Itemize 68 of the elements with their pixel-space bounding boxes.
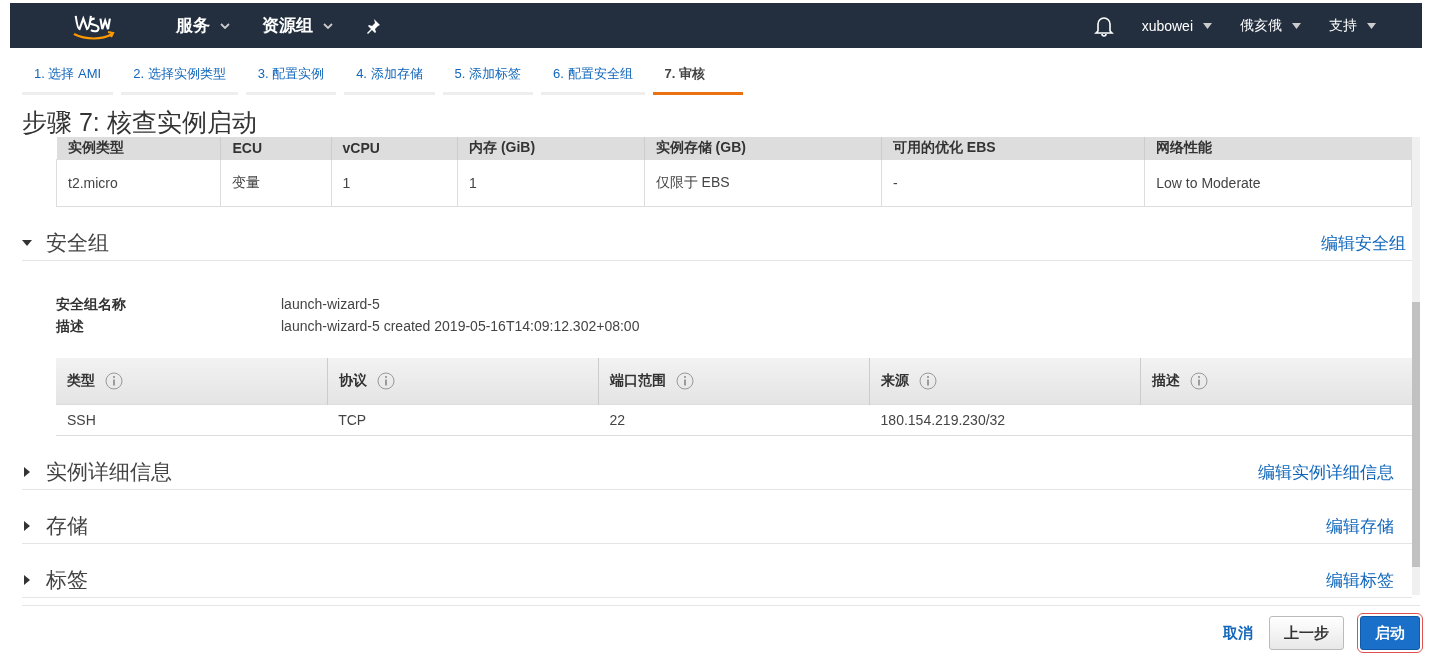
column-header: 协议 — [327, 358, 599, 405]
column-header: 端口范围 — [598, 358, 870, 405]
section-toggle[interactable]: 标签 — [22, 566, 88, 595]
caret-icon — [1367, 22, 1376, 29]
info-icon[interactable] — [675, 372, 694, 391]
chevron-down-icon — [323, 22, 333, 29]
table-cell: 仅限于 EBS — [644, 159, 882, 207]
table-cell: - — [881, 159, 1145, 207]
column-header: 来源 — [869, 358, 1141, 405]
section-toggle[interactable]: 安全组 — [22, 229, 109, 257]
scrollbar[interactable] — [1412, 137, 1420, 595]
pin-icon[interactable] — [365, 17, 381, 34]
column-header: 可用的优化 EBS — [881, 137, 1145, 160]
table-cell: Low to Moderate — [1144, 159, 1412, 207]
edit-link[interactable]: 编辑标签 — [1326, 568, 1394, 592]
cancel-link[interactable]: 取消 — [1223, 623, 1253, 643]
wizard-step-tab[interactable]: 6. 配置安全组 — [541, 65, 645, 95]
edit-link[interactable]: 编辑实例详细信息 — [1258, 460, 1394, 484]
table-cell: SSH — [56, 404, 328, 436]
table-cell: 1 — [331, 159, 458, 207]
bell-icon[interactable] — [1093, 14, 1114, 37]
wizard-step-tab[interactable]: 3. 配置实例 — [245, 65, 337, 95]
column-header: 实例存储 (GB) — [644, 137, 882, 160]
table-cell: 22 — [598, 404, 870, 436]
edit-link[interactable]: 编辑安全组 — [1321, 231, 1406, 255]
info-icon[interactable] — [105, 372, 123, 391]
column-header: vCPU — [331, 137, 458, 160]
user-menu[interactable]: 支持 — [1329, 16, 1376, 35]
table-cell: 180.154.219.230/32 — [869, 404, 1141, 436]
section-toggle[interactable]: 实例详细信息 — [22, 458, 172, 487]
user-menu[interactable]: 俄亥俄 — [1240, 16, 1301, 35]
table-cell: 1 — [457, 159, 645, 207]
info-icon[interactable] — [919, 372, 938, 391]
info-icon[interactable] — [376, 372, 395, 391]
wizard-step-tab[interactable]: 2. 选择实例类型 — [121, 65, 238, 95]
collapsed-caret-icon — [22, 575, 32, 586]
user-menu[interactable]: xubowei — [1141, 17, 1212, 34]
edit-link[interactable]: 编辑存储 — [1326, 514, 1394, 538]
back-button[interactable]: 上一步 — [1269, 616, 1344, 650]
column-header: ECU — [220, 137, 332, 160]
column-header: 类型 — [56, 358, 328, 405]
column-header: 网络性能 — [1144, 137, 1412, 160]
table-cell: TCP — [327, 404, 599, 436]
wizard-step-tab[interactable]: 5. 添加标签 — [442, 65, 534, 95]
nav-menu[interactable]: 服务 — [176, 14, 230, 37]
table-cell: t2.micro — [56, 159, 221, 207]
column-header: 内存 (GiB) — [457, 137, 645, 160]
column-header: 描述 — [1140, 358, 1412, 405]
page-title: 步骤 7: 核查实例启动 — [22, 107, 258, 137]
expanded-caret-icon — [22, 238, 32, 248]
wizard-step-tab[interactable]: 4. 添加存储 — [344, 65, 435, 95]
chevron-down-icon — [220, 22, 230, 29]
launch-button[interactable]: 启动 — [1360, 616, 1420, 650]
section-toggle[interactable]: 存储 — [22, 512, 88, 541]
caret-icon — [1292, 22, 1301, 29]
detail-value: launch-wizard-5 created 2019-05-16T14:09:12.302+08:00 — [281, 318, 641, 336]
detail-label: 描述 — [56, 318, 85, 336]
column-header: 实例类型 — [56, 137, 221, 160]
info-icon[interactable] — [1190, 372, 1209, 391]
detail-label: 安全组名称 — [56, 296, 127, 314]
table-cell: 变量 — [220, 159, 332, 207]
collapsed-caret-icon — [22, 467, 32, 478]
detail-value: launch-wizard-5 — [281, 296, 381, 314]
nav-menu[interactable]: 资源组 — [262, 14, 333, 37]
collapsed-caret-icon — [22, 521, 32, 532]
wizard-step-tab[interactable]: 7. 审核 — [652, 65, 743, 95]
wizard-step-tab[interactable]: 1. 选择 AMI — [22, 65, 114, 95]
caret-icon — [1203, 22, 1212, 29]
